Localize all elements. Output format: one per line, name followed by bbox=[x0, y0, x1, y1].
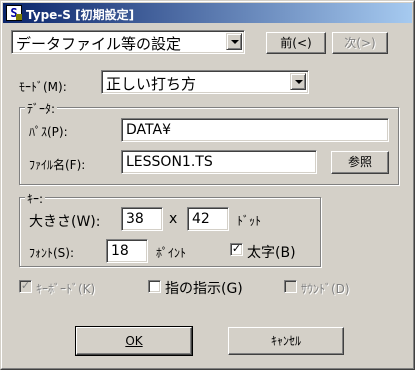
key-width-input[interactable]: 38 bbox=[121, 207, 163, 231]
key-height-input[interactable]: 42 bbox=[187, 207, 229, 231]
font-size-value: 18 bbox=[111, 243, 129, 259]
finger-label[interactable]: 指の指示(G) bbox=[165, 278, 243, 298]
next-button-label: 次(>) bbox=[344, 36, 376, 50]
keyboard-label[interactable]: ｷｰﾎﾞｰﾄﾞ(K) bbox=[36, 280, 95, 297]
filename-input-value: LESSON1.TS bbox=[126, 154, 213, 170]
bold-label[interactable]: 太字(B) bbox=[247, 242, 296, 262]
chevron-down-icon[interactable] bbox=[226, 33, 242, 50]
check-icon: ✓ bbox=[20, 279, 31, 292]
data-group-title: ﾃﾞｰﾀ: bbox=[25, 100, 58, 117]
keyboard-checkbox[interactable]: ✓ bbox=[19, 280, 32, 293]
browse-button[interactable]: 参照 bbox=[331, 151, 389, 174]
point-unit: ﾎﾟｲﾝﾄ bbox=[156, 246, 187, 260]
times-symbol: x bbox=[169, 211, 178, 227]
sound-label[interactable]: ｻｳﾝﾄﾞ(D) bbox=[301, 280, 350, 297]
finger-checkbox[interactable] bbox=[148, 280, 161, 293]
cancel-button[interactable]: ｷｬﾝｾﾙ bbox=[228, 327, 344, 355]
cancel-button-label: ｷｬﾝｾﾙ bbox=[270, 334, 301, 348]
mode-combo[interactable]: 正しい打ち方 bbox=[101, 70, 309, 94]
font-size-input[interactable]: 18 bbox=[106, 239, 148, 263]
section-combo[interactable]: データファイル等の設定 bbox=[11, 30, 245, 54]
title-bar[interactable]: S Type-S [初期設定] bbox=[3, 3, 412, 23]
ok-button[interactable]: OK bbox=[75, 326, 193, 356]
sound-checkbox[interactable] bbox=[284, 280, 297, 293]
key-height-value: 42 bbox=[192, 211, 210, 227]
bold-checkbox[interactable]: ✓ bbox=[230, 243, 243, 256]
section-combo-value: データファイル等の設定 bbox=[16, 35, 182, 53]
mode-label: ﾓｰﾄﾞ(M): bbox=[19, 80, 67, 94]
path-input[interactable]: DATA¥ bbox=[121, 118, 389, 142]
next-button[interactable]: 次(>) bbox=[332, 32, 388, 54]
font-label: ﾌｫﾝﾄ(S): bbox=[29, 246, 75, 260]
check-icon: ✓ bbox=[231, 242, 242, 255]
filename-input[interactable]: LESSON1.TS bbox=[121, 150, 317, 174]
dot-unit: ﾄﾞｯﾄ bbox=[237, 214, 262, 228]
browse-button-label: 参照 bbox=[347, 155, 372, 169]
mode-combo-value: 正しい打ち方 bbox=[106, 75, 197, 93]
dialog-frame bbox=[1, 1, 414, 369]
filename-label: ﾌｧｲﾙ名(F): bbox=[29, 158, 86, 172]
key-width-value: 38 bbox=[126, 211, 144, 227]
size-label: 大きさ(W): bbox=[29, 214, 101, 230]
prev-button[interactable]: 前(<) bbox=[266, 32, 326, 54]
app-icon: S bbox=[6, 5, 22, 21]
path-input-value: DATA¥ bbox=[126, 122, 171, 138]
window-title: Type-S [初期設定] bbox=[26, 8, 135, 22]
dialog-window: S Type-S [初期設定] データファイル等の設定 前(<) 次(>) ﾓｰ… bbox=[0, 0, 415, 370]
chevron-down-icon[interactable] bbox=[290, 73, 306, 90]
path-label: ﾊﾟｽ(P): bbox=[29, 125, 68, 139]
ok-button-label: OK bbox=[125, 334, 143, 348]
key-group-title: ｷｰ: bbox=[25, 190, 46, 207]
prev-button-label: 前(<) bbox=[280, 36, 312, 50]
